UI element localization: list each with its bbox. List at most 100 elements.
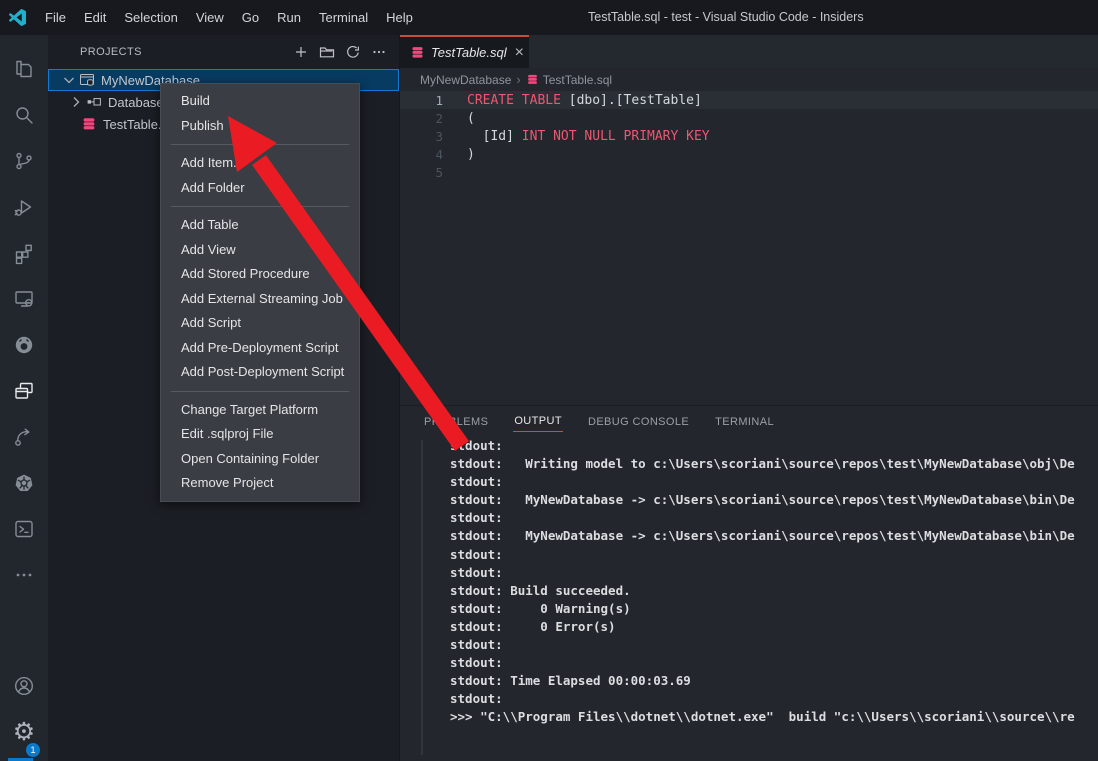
settings-icon[interactable]: ⚙1: [0, 709, 48, 755]
menu-separator: [171, 206, 349, 207]
menubar-item-selection[interactable]: Selection: [115, 0, 186, 35]
context-menu-item-add-pre-deployment-script[interactable]: Add Pre-Deployment Script: [161, 336, 359, 361]
output-line: stdout: MyNewDatabase -> c:\Users\scoria…: [450, 492, 1098, 510]
output-line: stdout: MyNewDatabase -> c:\Users\scoria…: [450, 528, 1098, 546]
menubar-item-terminal[interactable]: Terminal: [310, 0, 377, 35]
window-title: TestTable.sql - test - Visual Studio Cod…: [588, 0, 864, 35]
code-line-5: 5: [400, 163, 1098, 181]
line-number: 4: [400, 147, 443, 162]
breadcrumb: MyNewDatabase › TestTable.sql: [400, 68, 1098, 91]
database-file-icon: [410, 45, 425, 60]
code-token: CREATE TABLE: [467, 93, 569, 108]
output-line: stdout: Writing model to c:\Users\scoria…: [450, 456, 1098, 474]
output-console[interactable]: stdout:stdout: Writing model to c:\Users…: [400, 438, 1098, 761]
open-folder-icon[interactable]: [317, 42, 337, 62]
database-file-icon: [81, 116, 97, 132]
line-number: 5: [400, 165, 443, 180]
menubar-item-file[interactable]: File: [36, 0, 75, 35]
kubernetes-icon[interactable]: [0, 460, 48, 506]
menubar-item-help[interactable]: Help: [377, 0, 422, 35]
activity-bar: ⚙1: [0, 35, 48, 761]
context-menu-item-add-script[interactable]: Add Script: [161, 311, 359, 336]
refresh-icon[interactable]: [343, 42, 363, 62]
context-menu-item-add-external-streaming-job[interactable]: Add External Streaming Job: [161, 287, 359, 312]
code-token: ): [467, 147, 475, 162]
output-line: stdout:: [450, 565, 1098, 583]
code-line-3: 3 [Id] INT NOT NULL PRIMARY KEY: [400, 127, 1098, 145]
output-line: stdout: Time Elapsed 00:00:03.69: [450, 673, 1098, 691]
chevron-right-icon[interactable]: [68, 94, 84, 110]
panel-tab-problems[interactable]: PROBLEMS: [423, 413, 489, 432]
vscode-window: FileEditSelectionViewGoRunTerminalHelp T…: [0, 0, 1098, 761]
line-number: 1: [400, 93, 443, 108]
menubar-item-go[interactable]: Go: [233, 0, 268, 35]
context-menu-item-add-folder[interactable]: Add Folder: [161, 176, 359, 201]
tab-bar: TestTable.sql ×: [400, 35, 1098, 68]
panel-tab-debug-console[interactable]: DEBUG CONSOLE: [587, 413, 690, 432]
title-bar: FileEditSelectionViewGoRunTerminalHelp T…: [0, 0, 1098, 35]
context-menu-item-open-containing-folder[interactable]: Open Containing Folder: [161, 447, 359, 472]
database-projects-icon[interactable]: [0, 368, 48, 414]
vscode-insiders-logo: [9, 9, 26, 26]
context-menu-item-add-table[interactable]: Add Table: [161, 213, 359, 238]
context-menu-item-add-view[interactable]: Add View: [161, 238, 359, 263]
output-line: stdout: Build succeeded.: [450, 583, 1098, 601]
context-menu-item-change-target-platform[interactable]: Change Target Platform: [161, 398, 359, 423]
context-menu-item-remove-project[interactable]: Remove Project: [161, 471, 359, 496]
terminal-shell-icon[interactable]: [0, 506, 48, 552]
output-line: stdout:: [450, 637, 1098, 655]
context-menu-item-publish[interactable]: Publish: [161, 114, 359, 139]
output-line: stdout: 0 Error(s): [450, 619, 1098, 637]
settings-badge: 1: [26, 743, 40, 757]
database-project-icon: [79, 72, 95, 88]
project-context-menu: BuildPublish Add Item...Add Folder Add Tab…: [160, 83, 360, 502]
output-line: stdout:: [450, 510, 1098, 528]
sidebar-title: PROJECTS: [80, 46, 291, 58]
bottom-panel: PROBLEMS OUTPUT DEBUG CONSOLE TERMINAL stdo…: [400, 405, 1098, 761]
more-actions-icon[interactable]: [369, 42, 389, 62]
context-menu-item-add-stored-procedure[interactable]: Add Stored Procedure: [161, 262, 359, 287]
more-views-icon[interactable]: [0, 552, 48, 598]
menubar-item-view[interactable]: View: [187, 0, 233, 35]
chevron-down-icon[interactable]: [61, 72, 77, 88]
remote-explorer-icon[interactable]: [0, 276, 48, 322]
menubar-item-edit[interactable]: Edit: [75, 0, 115, 35]
explorer-icon[interactable]: [0, 46, 48, 92]
output-line: >>> "C:\\Program Files\\dotnet\\dotnet.e…: [450, 709, 1098, 727]
run-and-debug-icon[interactable]: [0, 184, 48, 230]
indent-guide: [421, 440, 423, 755]
chevron-right-icon: ›: [516, 72, 520, 87]
menubar-item-run[interactable]: Run: [268, 0, 310, 35]
context-menu-item-add-item-[interactable]: Add Item...: [161, 151, 359, 176]
menu-separator: [171, 391, 349, 392]
output-line: stdout:: [450, 438, 1098, 456]
output-line: stdout:: [450, 691, 1098, 709]
code-editor[interactable]: 1CREATE TABLE [dbo].[TestTable]2(3 [Id] …: [400, 91, 1098, 405]
panel-tab-output[interactable]: OUTPUT: [513, 412, 563, 432]
output-line: stdout: 0 Warning(s): [450, 601, 1098, 619]
new-project-icon[interactable]: [291, 42, 311, 62]
code-token: INT NOT NULL PRIMARY KEY: [522, 129, 710, 144]
breadcrumb-file[interactable]: TestTable.sql: [526, 73, 612, 87]
code-line-1: 1CREATE TABLE [dbo].[TestTable]: [400, 91, 1098, 109]
tab-testtable-sql[interactable]: TestTable.sql ×: [400, 35, 529, 68]
status-strip: [8, 758, 33, 761]
sidebar-header: PROJECTS: [48, 35, 399, 69]
tab-close-icon[interactable]: ×: [515, 45, 524, 61]
github-icon[interactable]: [0, 322, 48, 368]
breadcrumb-project[interactable]: MyNewDatabase: [420, 73, 511, 87]
context-menu-item-add-post-deployment-script[interactable]: Add Post-Deployment Script: [161, 360, 359, 385]
account-icon[interactable]: [0, 663, 48, 709]
context-menu-item-edit-sqlproj-file[interactable]: Edit .sqlproj File: [161, 422, 359, 447]
extensions-icon[interactable]: [0, 230, 48, 276]
azure-share-icon[interactable]: [0, 414, 48, 460]
source-control-icon[interactable]: [0, 138, 48, 184]
panel-tab-terminal[interactable]: TERMINAL: [714, 413, 775, 432]
line-number: 3: [400, 129, 443, 144]
output-line: stdout:: [450, 547, 1098, 565]
output-line: stdout:: [450, 474, 1098, 492]
output-line: stdout:: [450, 655, 1098, 673]
search-icon[interactable]: [0, 92, 48, 138]
context-menu-item-build[interactable]: Build: [161, 89, 359, 114]
editor-group: TestTable.sql × MyNewDatabase › TestTabl…: [400, 35, 1098, 761]
